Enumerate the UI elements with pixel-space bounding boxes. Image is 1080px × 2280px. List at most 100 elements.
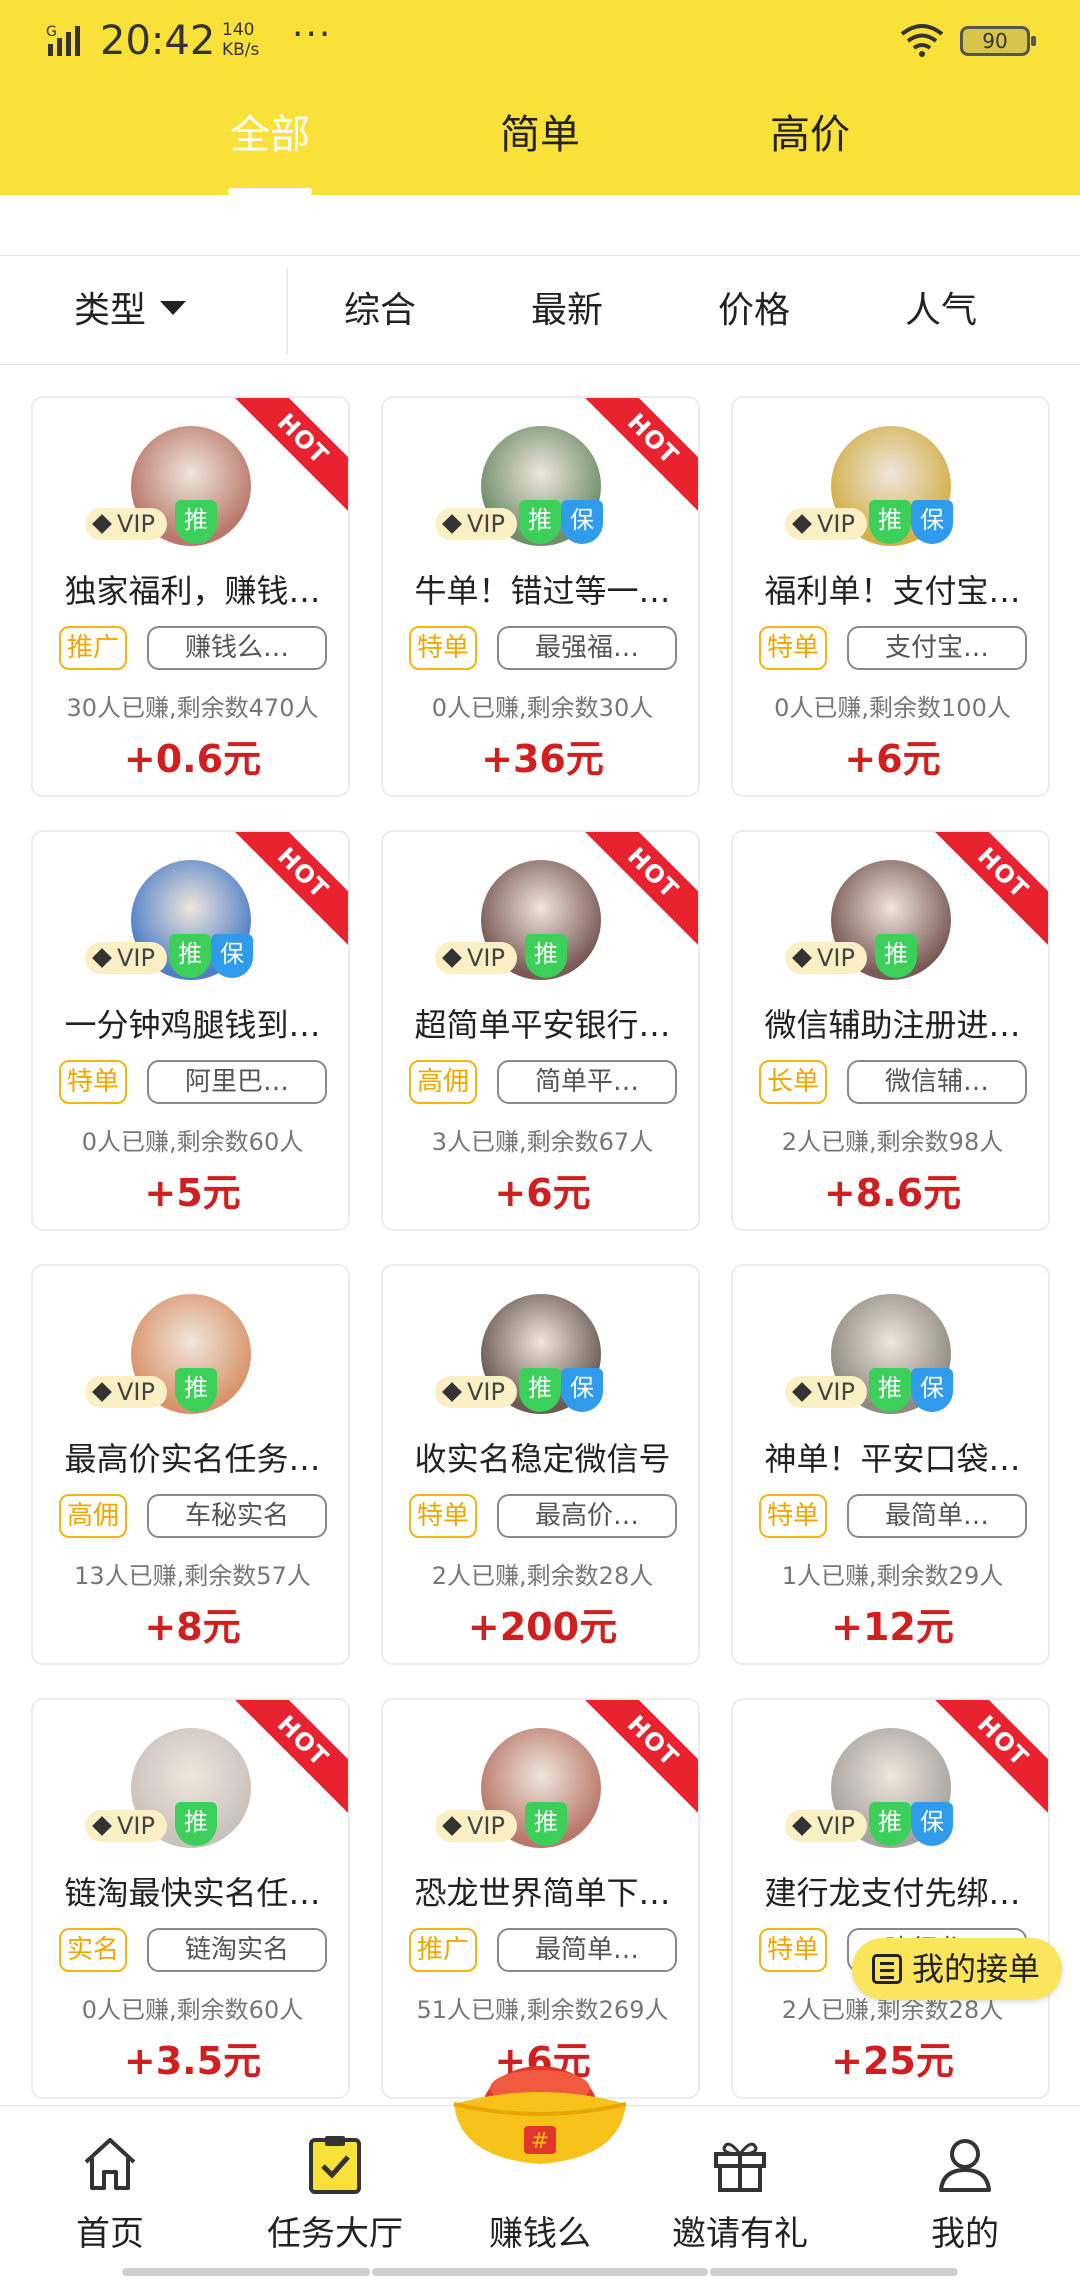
caret-down-icon xyxy=(160,301,187,315)
task-card[interactable]: HOT VIP 推链淘最快实名任… 实名 链淘实名 0人已赚,剩余数60人 +3.5元 xyxy=(31,1698,350,2099)
task-stats: 1人已赚,剩余数29人 xyxy=(781,1562,1004,1590)
vip-label: VIP xyxy=(467,944,505,972)
vip-label: VIP xyxy=(467,1812,505,1840)
vip-badge: VIP xyxy=(435,1810,517,1842)
more-indicator: ··· xyxy=(292,14,333,55)
gold-ingot-icon[interactable]: # xyxy=(450,2040,630,2170)
vip-label: VIP xyxy=(467,1378,505,1406)
task-tag: 特单 xyxy=(409,626,478,670)
nav-home[interactable]: 首页 xyxy=(40,2106,180,2266)
task-subtag: 赚钱么… xyxy=(147,626,327,670)
task-card[interactable]: HOT VIP 推保一分钟鸡腿钱到… 特单 阿里巴… 0人已赚,剩余数60人 +5元 xyxy=(31,830,350,1231)
sort-newest[interactable]: 最新 xyxy=(512,256,622,366)
recommend-badge: 推 xyxy=(869,500,911,544)
task-title: 收实名稳定微信号 xyxy=(414,1440,671,1478)
category-tabs: 全部 简单 高价 xyxy=(0,105,1080,195)
nav-profile-label: 我的 xyxy=(931,2214,999,2254)
task-title: 微信辅助注册进… xyxy=(764,1006,1021,1044)
task-card[interactable]: HOT VIP 推微信辅助注册进… 长单 微信辅… 2人已赚,剩余数98人 +8.6元 xyxy=(731,830,1050,1231)
wifi-icon xyxy=(900,24,944,57)
recommend-badge: 推 xyxy=(169,934,211,978)
sort-comprehensive[interactable]: 综合 xyxy=(325,256,435,366)
task-stats: 13人已赚,剩余数57人 xyxy=(74,1562,311,1590)
task-tag: 实名 xyxy=(59,1928,128,1972)
task-tag: 特单 xyxy=(759,626,828,670)
recommend-badge: 推 xyxy=(175,500,217,544)
task-price: +8元 xyxy=(144,1605,241,1649)
task-card[interactable]: HOT VIP 推独家福利，赚钱… 推广 赚钱么… 30人已赚,剩余数470人 +0.6元 xyxy=(31,396,350,797)
task-tag: 特单 xyxy=(759,1928,828,1972)
task-title: 链淘最快实名任… xyxy=(64,1874,321,1912)
vip-label: VIP xyxy=(117,1378,155,1406)
diamond-icon xyxy=(442,1816,462,1836)
task-subtag: 最简单… xyxy=(497,1928,677,1972)
recommend-badge: 推 xyxy=(525,1802,567,1846)
vip-badge: VIP xyxy=(785,1810,867,1842)
divider xyxy=(286,268,288,354)
recommend-badge: 推 xyxy=(869,1368,911,1412)
task-price: +0.6元 xyxy=(123,737,262,781)
task-subtag: 微信辅… xyxy=(847,1060,1027,1104)
vip-label: VIP xyxy=(817,944,855,972)
vip-badge: VIP xyxy=(435,508,517,540)
task-grid: HOT VIP 推独家福利，赚钱… 推广 赚钱么… 30人已赚,剩余数470人 +0.6元 H… xyxy=(0,365,1080,2105)
task-subtag: 阿里巴… xyxy=(147,1060,327,1104)
vip-badge: VIP xyxy=(85,1810,167,1842)
task-subtag: 最简单… xyxy=(847,1494,1027,1538)
task-tag: 推广 xyxy=(59,626,128,670)
diamond-icon xyxy=(92,514,112,534)
gesture-bar xyxy=(122,2268,370,2276)
vip-label: VIP xyxy=(117,1812,155,1840)
sort-popularity[interactable]: 人气 xyxy=(886,256,996,366)
nav-invite-label: 邀请有礼 xyxy=(672,2214,808,2254)
task-card[interactable]: VIP 推最高价实名任务… 高佣 车秘实名 13人已赚,剩余数57人 +8元 xyxy=(31,1264,350,1665)
tab-all[interactable]: 全部 xyxy=(228,105,312,195)
svg-text:#: # xyxy=(531,2129,549,2154)
task-card[interactable]: VIP 推保福利单！支付宝… 特单 支付宝… 0人已赚,剩余数100人 +6元 xyxy=(731,396,1050,797)
tab-high-price[interactable]: 高价 xyxy=(768,105,852,195)
home-icon xyxy=(84,2138,136,2190)
task-title: 一分钟鸡腿钱到… xyxy=(64,1006,321,1044)
vip-badge: VIP xyxy=(785,942,867,974)
recommend-badge: 推 xyxy=(525,934,567,978)
type-dropdown[interactable]: 类型 xyxy=(74,256,187,366)
task-tag: 推广 xyxy=(409,1928,478,1972)
nav-invite[interactable]: 邀请有礼 xyxy=(660,2106,820,2266)
nav-task-hall[interactable]: 任务大厅 xyxy=(255,2106,415,2266)
nav-profile[interactable]: 我的 xyxy=(895,2106,1035,2266)
task-card[interactable]: VIP 推保收实名稳定微信号 特单 最高价… 2人已赚,剩余数28人 +200元 xyxy=(381,1264,700,1665)
task-title: 独家福利，赚钱… xyxy=(64,572,321,610)
task-subtag: 车秘实名 xyxy=(147,1494,327,1538)
my-orders-label: 我的接单 xyxy=(912,1950,1041,1988)
tab-simple[interactable]: 简单 xyxy=(498,105,582,195)
guarantee-badge: 保 xyxy=(561,500,603,544)
task-card[interactable]: VIP 推保神单！平安口袋… 特单 最简单… 1人已赚,剩余数29人 +12元 xyxy=(731,1264,1050,1665)
task-tag: 特单 xyxy=(409,1494,478,1538)
sort-price[interactable]: 价格 xyxy=(699,256,809,366)
vip-badge: VIP xyxy=(85,1376,167,1408)
vip-label: VIP xyxy=(117,944,155,972)
task-title: 最高价实名任务… xyxy=(64,1440,321,1478)
task-title: 牛单！错过等一… xyxy=(414,572,671,610)
vip-badge: VIP xyxy=(85,942,167,974)
task-stats: 2人已赚,剩余数98人 xyxy=(781,1128,1004,1156)
my-orders-button[interactable]: 我的接单 xyxy=(852,1938,1062,2000)
task-stats: 3人已赚,剩余数67人 xyxy=(431,1128,654,1156)
task-tag: 长单 xyxy=(759,1060,828,1104)
gesture-bar xyxy=(710,2268,958,2276)
task-title: 建行龙支付先绑… xyxy=(764,1874,1021,1912)
task-card[interactable]: HOT VIP 推保牛单！错过等一… 特单 最强福… 0人已赚,剩余数30人 +36元 xyxy=(381,396,700,797)
task-card[interactable]: HOTVIP推保建行龙支付先绑…特单建行龙…2人已赚,剩余数28人+25元 xyxy=(731,1698,1050,2099)
vip-badge: VIP xyxy=(785,1376,867,1408)
task-price: +6元 xyxy=(844,737,941,781)
vip-badge: VIP xyxy=(435,1376,517,1408)
task-card[interactable]: HOT VIP 推超简单平安银行… 高佣 简单平… 3人已赚,剩余数67人 +6元 xyxy=(381,830,700,1231)
task-price: +8.6元 xyxy=(823,1171,962,1215)
vip-label: VIP xyxy=(117,510,155,538)
task-price: +25元 xyxy=(831,2039,954,2083)
task-stats: 51人已赚,剩余数269人 xyxy=(416,1996,669,2024)
task-price: +36元 xyxy=(481,737,604,781)
vip-label: VIP xyxy=(817,1378,855,1406)
task-price: +12元 xyxy=(831,1605,954,1649)
task-card[interactable]: HOT VIP 推恐龙世界简单下… 推广 最简单… 51人已赚,剩余数269人 +6元 xyxy=(381,1698,700,2099)
